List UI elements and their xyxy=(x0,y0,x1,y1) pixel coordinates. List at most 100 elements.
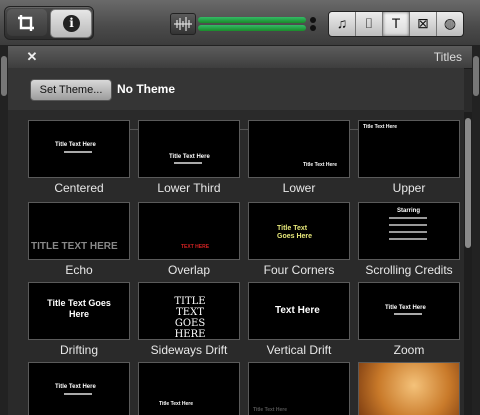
title-style-tile[interactable]: Title Text Here Lower Third xyxy=(138,120,240,195)
title-style-label: Drifting xyxy=(59,343,98,357)
title-preview-thumbnail: TITLE TEXT GOES HERE xyxy=(138,282,240,340)
music-icon: ♫ xyxy=(336,15,348,31)
title-style-label: Lower xyxy=(282,181,316,195)
camera-icon: ⌷ xyxy=(364,15,374,31)
audio-waveform-button[interactable] xyxy=(170,13,196,35)
preview-text: Text Here xyxy=(275,305,320,316)
audio-meter-right xyxy=(198,25,306,31)
title-style-label: Four Corners xyxy=(263,263,335,277)
titles-panel: ✕ Titles Set Theme... No Theme Title Tex… xyxy=(8,46,472,415)
title-preview-thumbnail: Title Text Here xyxy=(138,362,240,415)
preview-text: Title Text Here xyxy=(385,305,426,311)
subtitle-line xyxy=(394,313,422,315)
media-button-titles[interactable]: T xyxy=(383,12,410,36)
transitions-icon: ⊠ xyxy=(417,15,429,31)
meter-peak-right xyxy=(310,25,316,31)
close-icon[interactable]: ✕ xyxy=(24,49,40,65)
title-style-tile[interactable]: Starring Scrolling Credits xyxy=(358,202,460,277)
preview-text: Title Text Here xyxy=(159,401,193,407)
top-toolbar: i ♫ ⌷ T ⊠ ◍ xyxy=(0,0,480,46)
title-style-tile[interactable]: Text Here Vertical Drift xyxy=(248,282,350,357)
media-browser-buttons: ♫ ⌷ T ⊠ ◍ xyxy=(328,11,464,37)
right-scroll-edge xyxy=(472,46,480,415)
preview-text: Title Text Here xyxy=(55,142,96,148)
left-edge-thumb xyxy=(1,56,7,96)
title-style-tile[interactable]: Title Text Here xyxy=(248,362,350,415)
preview-text: Title Text Here xyxy=(169,154,210,160)
title-style-label: Overlap xyxy=(167,263,211,277)
title-style-tile[interactable]: Title Text Here xyxy=(28,362,130,415)
right-edge-thumb xyxy=(473,56,479,96)
title-style-label: Upper xyxy=(392,181,426,195)
title-style-tile[interactable]: Title Text Here Upper xyxy=(358,120,460,195)
panel-title: Titles xyxy=(433,50,462,64)
preview-text: TITLE TEXT HERE xyxy=(31,241,118,252)
title-style-label: Zoom xyxy=(393,343,425,357)
preview-text: Title Text Goes Here xyxy=(277,225,313,240)
title-style-label: Scrolling Credits xyxy=(365,263,453,277)
title-style-tile[interactable]: TITLE TEXT GOES HERE Sideways Drift xyxy=(138,282,240,357)
app-window: i ♫ ⌷ T ⊠ ◍ ✕ Titles Set Theme... No Theme xyxy=(0,0,480,415)
info-button[interactable]: i xyxy=(50,9,92,38)
title-preview-thumbnail: TITLE TEXT HERE xyxy=(28,202,130,260)
crop-button[interactable] xyxy=(7,9,47,36)
title-style-tile[interactable]: TEXT HERE Overlap xyxy=(138,202,240,277)
title-preview-thumbnail: Title Text Here xyxy=(248,120,350,178)
theme-row: Set Theme... No Theme xyxy=(8,68,464,130)
current-theme-label: No Theme xyxy=(117,82,176,96)
credit-line xyxy=(389,224,427,226)
title-style-label: Centered xyxy=(54,181,104,195)
title-style-label: Lower Third xyxy=(157,181,221,195)
media-button-maps[interactable]: ◍ xyxy=(437,12,463,36)
preview-text: Title Text Here xyxy=(253,407,287,413)
subtitle-line xyxy=(174,162,202,164)
title-style-label: Echo xyxy=(65,263,93,277)
preview-text: Title Text Here xyxy=(303,162,337,168)
info-icon: i xyxy=(63,15,80,32)
preview-text: Title Text Here xyxy=(55,384,96,390)
credit-line xyxy=(389,217,427,219)
vertical-scrollbar[interactable] xyxy=(464,112,472,415)
title-preview-thumbnail xyxy=(358,362,460,415)
title-preview-thumbnail: Starring xyxy=(358,202,460,260)
titles-icon: T xyxy=(391,15,401,31)
media-button-camera[interactable]: ⌷ xyxy=(356,12,383,36)
meter-peak-left xyxy=(310,17,316,23)
subtitle-line xyxy=(64,393,92,395)
scrollbar-thumb[interactable] xyxy=(465,118,471,248)
title-preview-thumbnail: Title Text Here xyxy=(358,282,460,340)
title-style-label: Vertical Drift xyxy=(266,343,332,357)
title-style-tile[interactable]: Title Text Goes Here Four Corners xyxy=(248,202,350,277)
title-preview-thumbnail: Title Text Here xyxy=(28,120,130,178)
title-style-tile[interactable]: Title Text Here Lower xyxy=(248,120,350,195)
title-preview-thumbnail: Title Text Goes Here xyxy=(28,282,130,340)
title-styles-grid: Title Text Here Centered Title Text Here Lo… xyxy=(8,112,464,415)
media-button-music[interactable]: ♫ xyxy=(329,12,356,36)
title-style-tile[interactable]: Title Text Here Centered xyxy=(28,120,130,195)
maps-icon: ◍ xyxy=(443,15,457,31)
waveform-icon xyxy=(174,17,192,31)
credit-line xyxy=(389,238,427,240)
title-style-label: Sideways Drift xyxy=(150,343,228,357)
set-theme-button[interactable]: Set Theme... xyxy=(30,79,112,101)
title-style-tile[interactable]: Title Text Here xyxy=(138,362,240,415)
title-style-tile[interactable]: Title Text Here Zoom xyxy=(358,282,460,357)
preview-text: TEXT HERE xyxy=(181,244,210,250)
audio-level-meters xyxy=(198,15,316,33)
credit-line xyxy=(389,231,427,233)
crop-icon xyxy=(18,15,34,31)
subtitle-line xyxy=(64,151,92,153)
title-style-tile[interactable]: TITLE TEXT HERE Echo xyxy=(28,202,130,277)
title-preview-thumbnail: Title Text Here xyxy=(28,362,130,415)
title-style-tile[interactable] xyxy=(358,362,460,415)
preview-text: Title Text Goes Here xyxy=(47,298,111,319)
preview-text: TITLE TEXT GOES HERE xyxy=(174,296,206,340)
tool-toggle-group: i xyxy=(4,6,94,40)
left-scroll-edge xyxy=(0,46,8,415)
panel-header: ✕ Titles xyxy=(8,46,472,69)
title-style-tile[interactable]: Title Text Goes Here Drifting xyxy=(28,282,130,357)
title-preview-thumbnail: Title Text Here xyxy=(358,120,460,178)
title-preview-thumbnail: Text Here xyxy=(248,282,350,340)
title-preview-thumbnail: Title Text Here xyxy=(248,362,350,415)
media-button-transitions[interactable]: ⊠ xyxy=(410,12,437,36)
